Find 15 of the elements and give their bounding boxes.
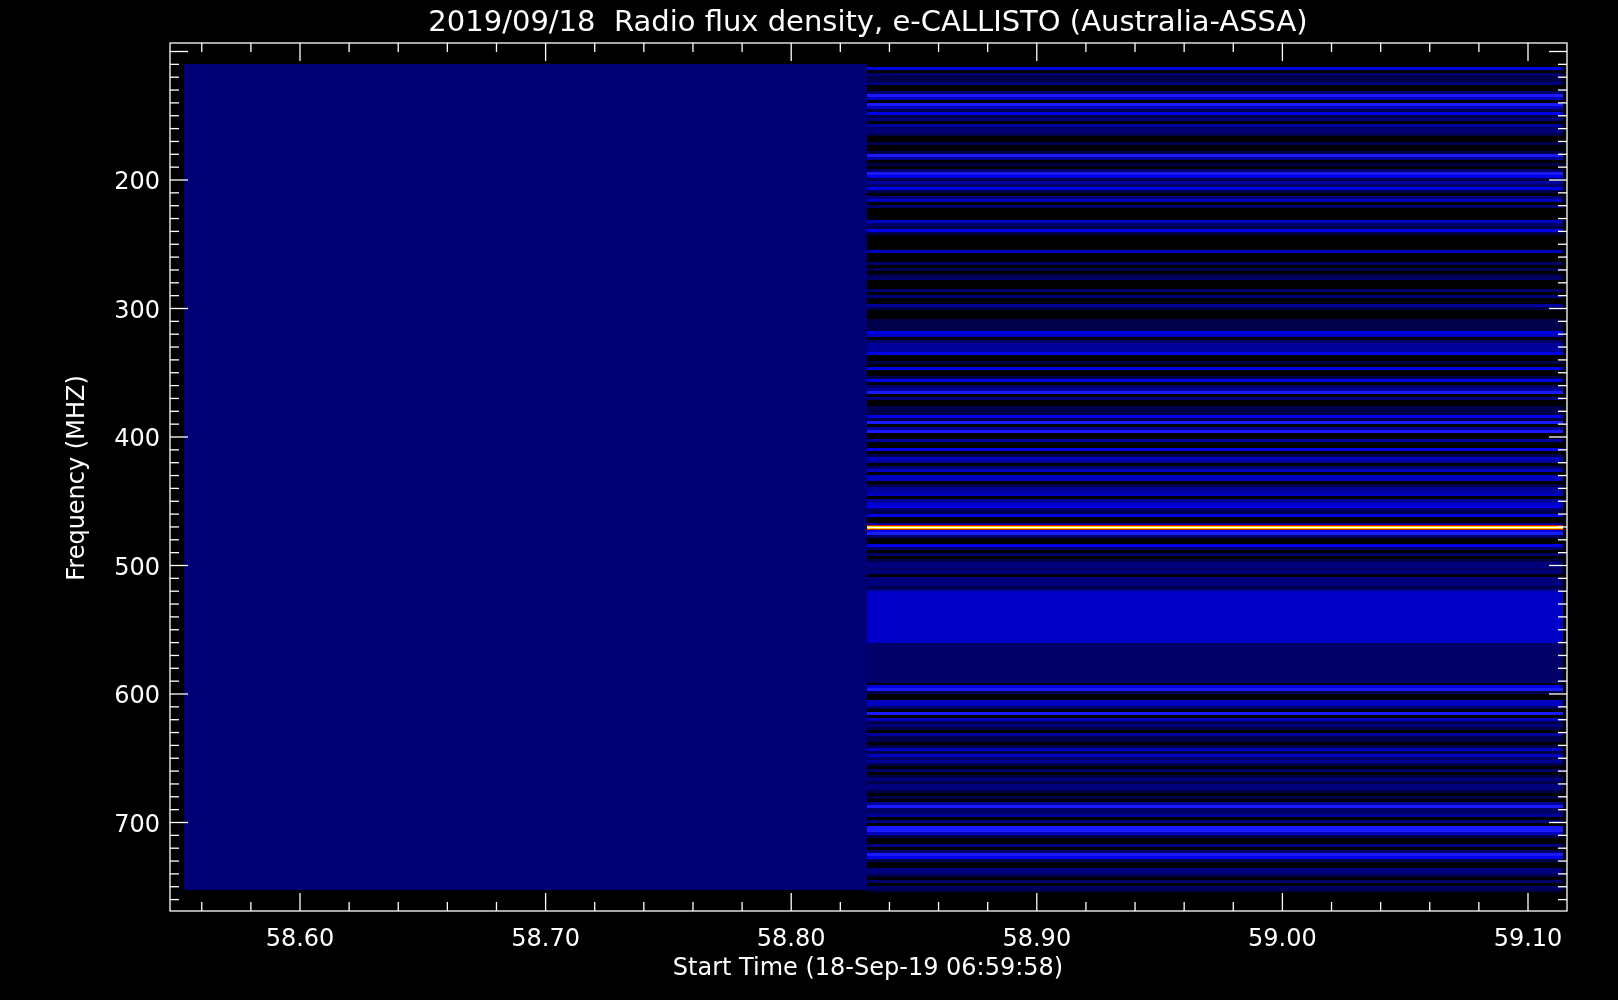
x-tick-label: 59.00 <box>1248 924 1317 952</box>
x-tick-label: 59.10 <box>1493 924 1563 952</box>
x-tick-label: 58.80 <box>756 924 826 952</box>
y-tick-label: 500 <box>114 552 160 581</box>
x-tick-label: 58.90 <box>1002 924 1072 952</box>
y-tick-label: 300 <box>114 295 160 324</box>
y-axis-title: Frequency (MHZ) <box>62 375 90 581</box>
x-axis-title: Start Time (18-Sep-19 06:59:58) <box>672 953 1064 981</box>
x-tick-label: 58.70 <box>511 924 580 952</box>
chart-title: 2019/09/18 Radio flux density, e-CALLISTO (Australia-ASSA) <box>428 4 1308 38</box>
x-tick-label: 58.60 <box>265 924 335 952</box>
y-tick-label: 400 <box>114 424 160 452</box>
y-tick-label: 200 <box>114 167 160 195</box>
y-tick-label: 600 <box>114 681 160 709</box>
y-tick-label: 700 <box>114 809 160 838</box>
